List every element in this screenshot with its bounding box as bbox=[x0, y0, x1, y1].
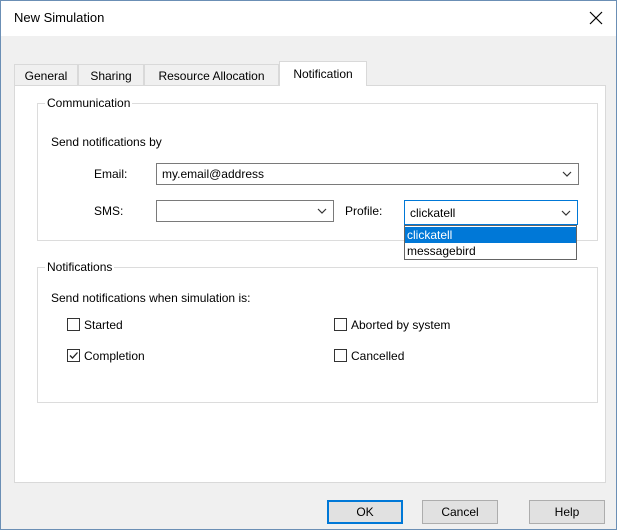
cancel-button-label: Cancel bbox=[441, 505, 479, 519]
ok-button-label: OK bbox=[356, 505, 374, 519]
notifications-group: Notifications bbox=[37, 260, 598, 403]
checkbox-label: Cancelled bbox=[351, 349, 405, 363]
email-combobox[interactable]: my.email@address bbox=[156, 163, 579, 185]
checkbox-label: Completion bbox=[84, 349, 145, 363]
chevron-down-icon bbox=[561, 210, 571, 216]
checkbox-label: Started bbox=[84, 318, 123, 332]
checkbox-box[interactable] bbox=[67, 349, 80, 362]
tab-label: General bbox=[24, 68, 68, 83]
profile-label: Profile: bbox=[345, 204, 383, 218]
chevron-down-icon bbox=[562, 171, 572, 177]
email-value: my.email@address bbox=[162, 167, 264, 181]
tab-general[interactable]: General bbox=[14, 64, 78, 86]
email-label: Email: bbox=[94, 167, 128, 181]
window-title: New Simulation bbox=[14, 10, 105, 25]
checkbox-box[interactable] bbox=[67, 318, 80, 331]
checkbox-label: Aborted by system bbox=[351, 318, 451, 332]
tab-label: Resource Allocation bbox=[158, 68, 265, 83]
checkmark-icon bbox=[69, 352, 78, 359]
profile-value: clickatell bbox=[410, 206, 456, 220]
sms-combobox[interactable] bbox=[156, 200, 334, 222]
profile-dropdown-list: clickatell messagebird bbox=[404, 225, 577, 260]
profile-option-clickatell[interactable]: clickatell bbox=[405, 227, 576, 243]
close-icon bbox=[589, 11, 603, 25]
profile-option-messagebird[interactable]: messagebird bbox=[405, 243, 576, 259]
communication-legend: Communication bbox=[45, 96, 133, 110]
tab-label: Notification bbox=[293, 67, 353, 81]
notifications-legend: Notifications bbox=[45, 260, 115, 274]
ok-button[interactable]: OK bbox=[327, 500, 403, 524]
close-button[interactable] bbox=[582, 5, 610, 31]
checkbox-box[interactable] bbox=[334, 318, 347, 331]
dialog-window: New Simulation General Sharing Resource … bbox=[0, 0, 617, 530]
help-button[interactable]: Help bbox=[529, 500, 605, 524]
checkbox-box[interactable] bbox=[334, 349, 347, 362]
profile-combobox[interactable]: clickatell bbox=[404, 200, 578, 225]
tab-sharing[interactable]: Sharing bbox=[78, 64, 144, 86]
notify-when-label: Send notifications when simulation is: bbox=[51, 291, 251, 305]
send-by-label: Send notifications by bbox=[51, 135, 162, 149]
sms-label: SMS: bbox=[94, 204, 124, 218]
help-button-label: Help bbox=[554, 505, 580, 519]
title-bar: New Simulation bbox=[1, 1, 616, 36]
cancel-button[interactable]: Cancel bbox=[422, 500, 498, 524]
tab-resource-allocation[interactable]: Resource Allocation bbox=[144, 64, 279, 86]
tab-notification[interactable]: Notification bbox=[279, 61, 367, 86]
tab-label: Sharing bbox=[90, 68, 132, 83]
chevron-down-icon bbox=[317, 208, 327, 214]
